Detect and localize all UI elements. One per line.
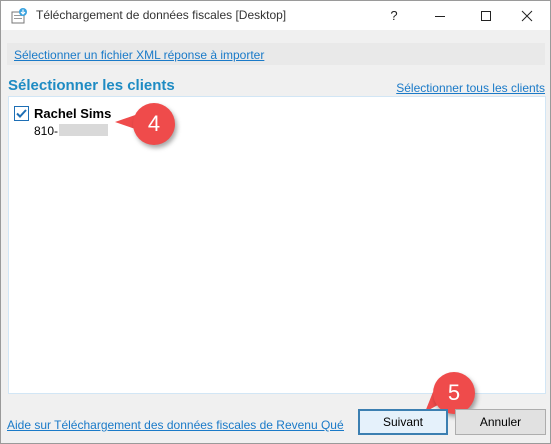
import-xml-link[interactable]: Sélectionner un fichier XML réponse à im… [14,48,264,62]
redacted-id [59,124,108,136]
minimize-button[interactable] [417,1,463,30]
maximize-icon [481,10,491,21]
next-button[interactable]: Suivant [358,409,448,435]
client-name[interactable]: Rachel Sims [34,106,111,121]
help-button[interactable]: ? [371,1,417,30]
client-id: 810- [34,124,59,138]
window-title: Téléchargement de données fiscales [Desk… [36,8,287,22]
close-button[interactable] [504,1,550,30]
minimize-icon [435,15,445,17]
title-bar[interactable]: Téléchargement de données fiscales [Desk… [1,1,550,30]
checkmark-icon [16,109,27,118]
close-icon [521,10,533,21]
callout-5: 5 [433,372,475,414]
import-bar: Sélectionner un fichier XML réponse à im… [7,43,545,65]
cancel-button[interactable]: Annuler [455,409,546,435]
callout-4: 4 [133,103,175,145]
app-download-icon [10,7,28,25]
client-checkbox[interactable] [14,106,29,121]
client-list: Rachel Sims 810- [8,96,546,394]
select-all-clients-link[interactable]: Sélectionner tous les clients [396,81,545,95]
maximize-button[interactable] [463,1,509,30]
section-title: Sélectionner les clients [8,77,175,94]
dialog-window: Téléchargement de données fiscales [Desk… [0,0,551,444]
help-link[interactable]: Aide sur Téléchargement des données fisc… [7,418,344,432]
